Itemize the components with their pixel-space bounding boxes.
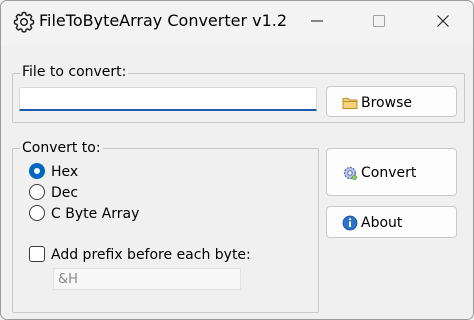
file-group-label: File to convert: <box>20 63 129 81</box>
title-bar[interactable]: FileToByteArray Converter v1.2 <box>1 1 473 45</box>
minimize-button[interactable] <box>291 1 343 41</box>
convert-group-label: Convert to: <box>20 139 103 157</box>
close-button[interactable] <box>417 1 469 41</box>
window-title: FileToByteArray Converter v1.2 <box>39 11 288 30</box>
browse-label: Browse <box>361 95 412 111</box>
radio-c-byte-array-label: C Byte Array <box>51 206 140 222</box>
prefix-checkbox-label: Add prefix before each byte: <box>51 247 251 263</box>
radio-dec-label: Dec <box>51 185 79 201</box>
close-icon <box>437 15 449 27</box>
app-window: FileToByteArray Converter v1.2 File to c… <box>0 0 474 320</box>
prefix-input[interactable] <box>53 268 241 290</box>
minimize-icon <box>311 20 323 22</box>
radio-hex-circle[interactable] <box>29 163 45 179</box>
convert-label: Convert <box>361 165 417 181</box>
maximize-button[interactable] <box>353 1 405 41</box>
radio-c-byte-array-circle[interactable] <box>29 205 45 221</box>
browse-button[interactable]: Browse <box>326 86 457 117</box>
convert-button[interactable]: Convert <box>326 148 457 196</box>
about-button[interactable]: About <box>326 206 457 238</box>
maximize-icon <box>373 15 385 27</box>
folder-icon <box>342 95 358 111</box>
radio-hex-label: Hex <box>51 164 79 180</box>
file-path-input[interactable] <box>19 87 317 111</box>
gear-icon <box>342 165 358 181</box>
info-icon <box>342 215 358 231</box>
radio-dec-circle[interactable] <box>29 184 45 200</box>
gear-icon <box>12 10 36 34</box>
about-label: About <box>361 215 403 231</box>
prefix-checkbox[interactable] <box>29 246 45 262</box>
